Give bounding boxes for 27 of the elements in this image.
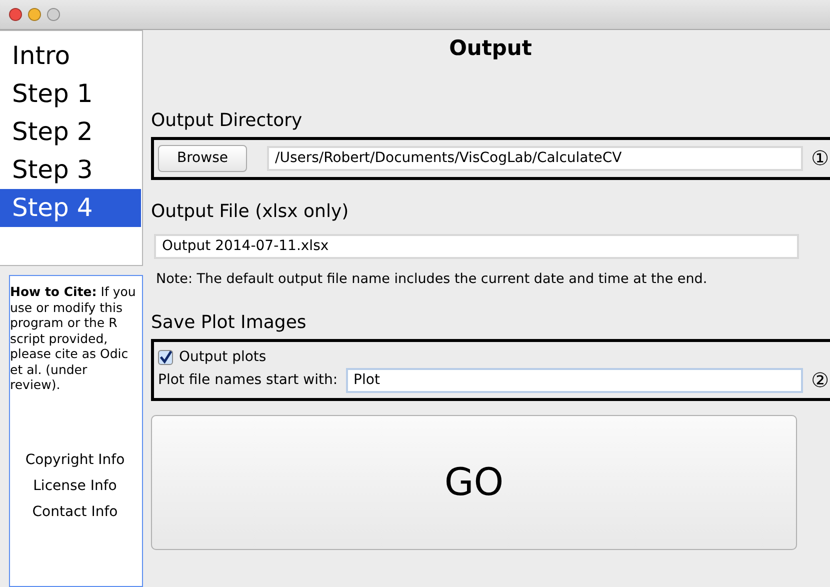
plot-prefix-field[interactable]: Plot: [346, 368, 804, 393]
nav-item[interactable]: Step 3: [0, 151, 141, 189]
close-icon[interactable]: [9, 8, 22, 21]
cite-note: How to Cite: If you use or modify this program or the R script provided, please cite as Odic et al. (under review).: [10, 284, 137, 392]
page-title: Output: [448, 35, 533, 62]
note-text: Note: The default output file name includes the current date and time at the end.: [156, 270, 708, 288]
info-link[interactable]: Contact Info: [32, 498, 118, 524]
directory-field[interactable]: /Users/Robert/Documents/VisCogLab/CalculateCV: [266, 146, 804, 170]
info-link[interactable]: Copyright Info: [25, 446, 125, 472]
go-button[interactable]: GO: [151, 414, 797, 550]
checkbox-icon[interactable]: [158, 350, 173, 365]
minimize-icon[interactable]: [28, 8, 41, 21]
section-heading: Output File (xlsx only): [151, 200, 350, 224]
nav-item[interactable]: Step 4: [0, 189, 141, 227]
browse-button[interactable]: Browse: [158, 144, 247, 172]
step-marker: ②: [811, 370, 829, 390]
output-plots-checkbox[interactable]: Output plots: [158, 346, 804, 368]
field-label: Plot file names start with:: [158, 370, 338, 390]
section-heading: Output Directory: [151, 108, 304, 132]
step-marker: ①: [811, 148, 829, 168]
nav-item[interactable]: Step 1: [0, 75, 141, 113]
section-heading: Save Plot Images: [151, 310, 308, 335]
file-name-field[interactable]: Output 2014-07-11.xlsx: [154, 234, 799, 258]
nav-item[interactable]: Intro: [0, 37, 141, 75]
checkbox-label: Output plots: [179, 348, 266, 367]
info-link[interactable]: License Info: [33, 472, 117, 498]
nav-item[interactable]: Step 2: [0, 113, 141, 151]
